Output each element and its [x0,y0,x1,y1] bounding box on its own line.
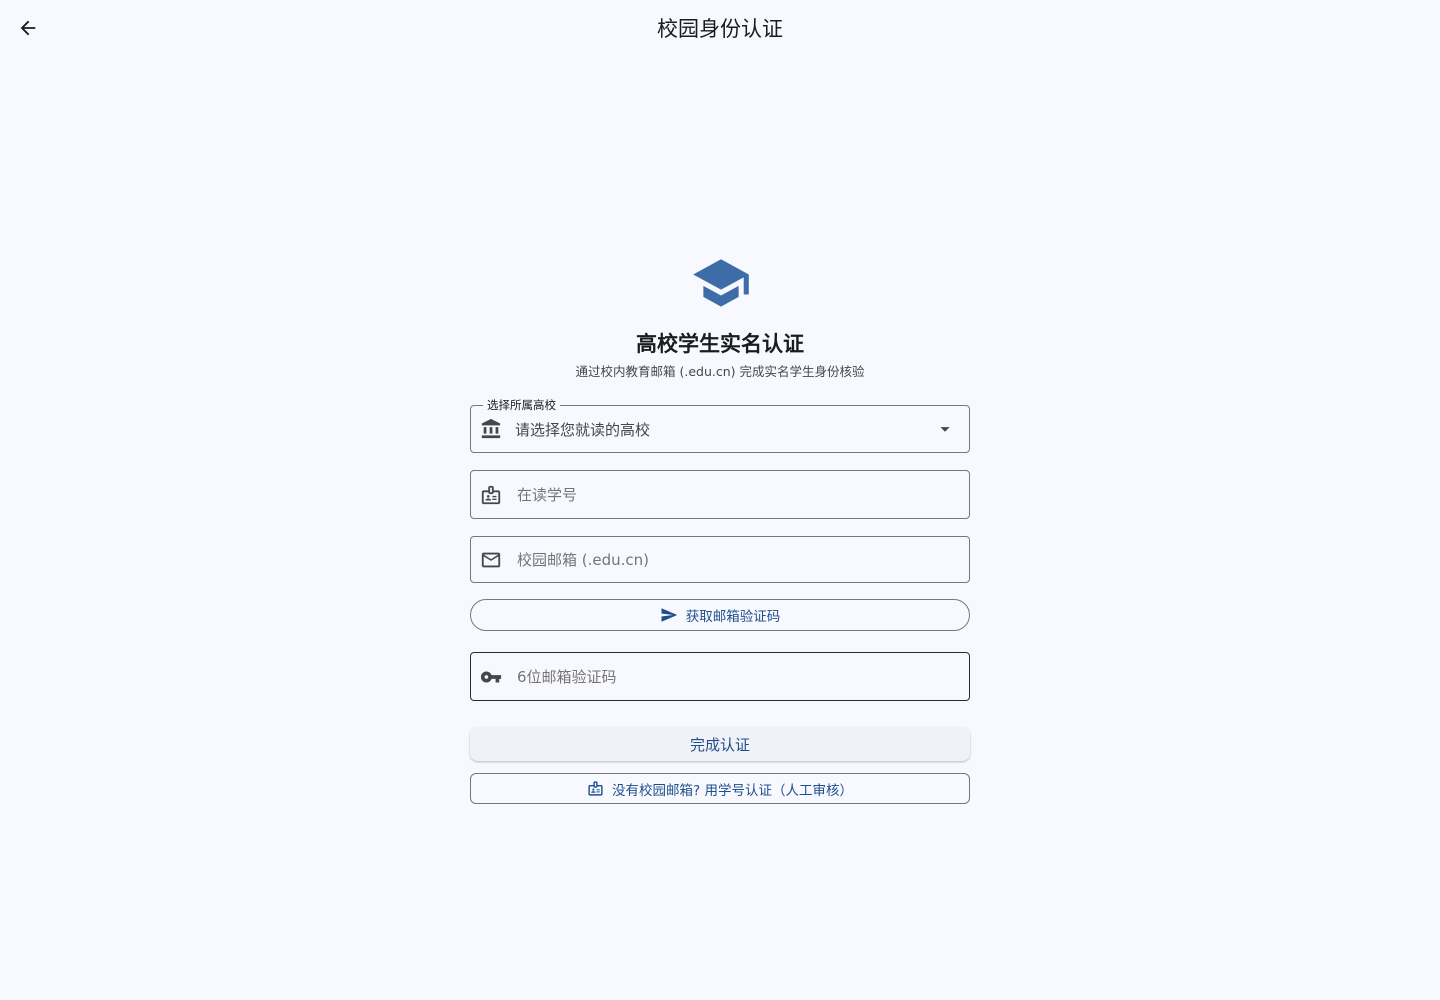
badge-icon [588,781,603,796]
send-icon [661,608,677,622]
student-id-field[interactable] [470,470,970,519]
submit-button[interactable]: 完成认证 [470,727,970,761]
code-field[interactable] [470,652,970,701]
mail-icon [479,548,503,572]
hero-title: 高校学生实名认证 [636,332,804,356]
school-select-value: 请选择您就读的高校 [515,420,651,439]
app-bar: 校园身份认证 [0,0,1440,58]
send-code-button[interactable]: 获取邮箱验证码 [470,599,970,631]
school-select-label: 选择所属高校 [483,397,560,413]
send-code-label: 获取邮箱验证码 [685,609,781,625]
badge-icon [479,483,503,507]
hero-subtitle: 通过校内教育邮箱 (.edu.cn) 完成实名学生身份核验 [575,364,865,379]
manual-verify-button[interactable]: 没有校园邮箱? 用学号认证（人工审核） [470,773,970,804]
graduation-cap-icon [693,259,749,307]
student-id-input[interactable] [515,484,969,505]
institution-icon [479,417,503,441]
caret-down-icon[interactable] [933,417,957,441]
code-input[interactable] [515,666,969,687]
email-field[interactable] [470,536,970,583]
key-icon [479,665,503,689]
submit-label: 完成认证 [689,735,750,754]
page-title: 校园身份认证 [657,17,783,41]
school-select[interactable]: 选择所属高校 请选择您就读的高校 [470,397,970,453]
email-input[interactable] [515,549,969,570]
manual-verify-label: 没有校园邮箱? 用学号认证（人工审核） [612,782,853,799]
